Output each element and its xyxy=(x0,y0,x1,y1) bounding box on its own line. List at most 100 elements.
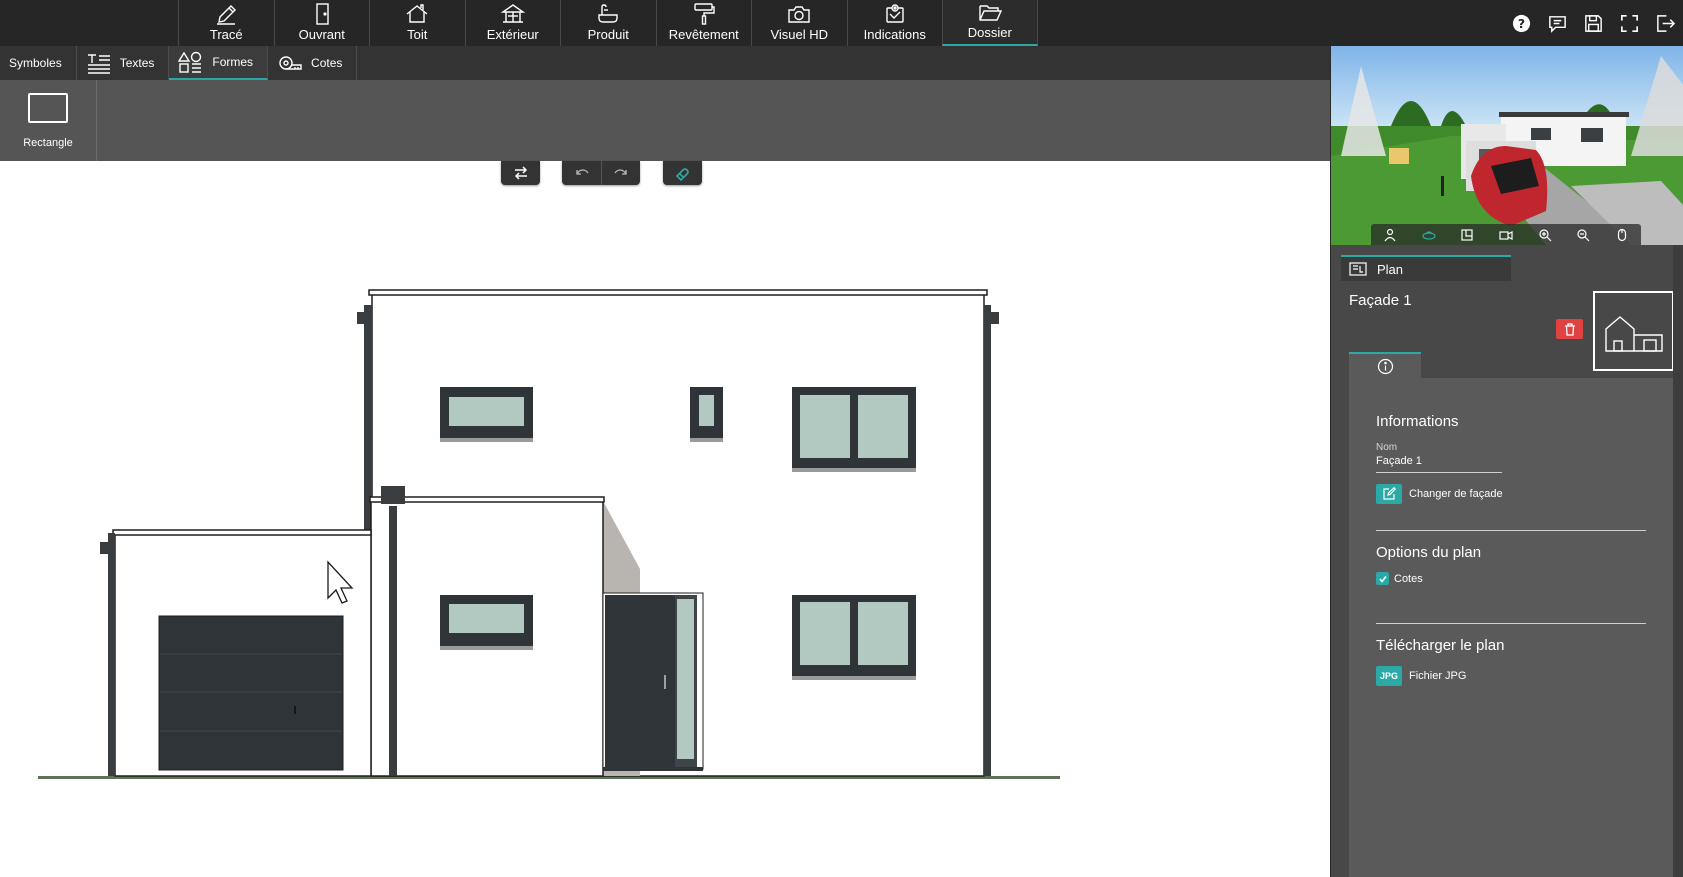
delete-facade-button[interactable] xyxy=(1556,319,1583,339)
edit-icon xyxy=(1383,487,1396,500)
comment-button[interactable] xyxy=(1539,0,1575,46)
info-panel-body: Informations Nom Façade 1 Changer de faç… xyxy=(1349,378,1674,877)
tab-plan-label: Plan xyxy=(1377,261,1404,277)
nav-visuel-hd-label: Visuel HD xyxy=(770,27,829,42)
nav-trace[interactable]: Tracé xyxy=(178,0,274,46)
logout-icon xyxy=(1656,14,1675,32)
help-icon: ? xyxy=(1512,14,1530,32)
shapes-ribbon: Rectangle xyxy=(0,80,1330,161)
trash-icon xyxy=(1564,322,1575,336)
view-person-button[interactable] xyxy=(1379,226,1401,244)
tab-textes-label: Textes xyxy=(119,56,155,70)
secondary-toolbar: Symboles Textes Formes Cotes xyxy=(0,46,1330,80)
top-toolbar: Tracé Ouvrant Toit Extérieur Produit Rev… xyxy=(0,0,1683,46)
house-window-2 xyxy=(1581,128,1603,142)
garage-roof-cap xyxy=(112,529,372,536)
undo-button[interactable] xyxy=(562,161,601,185)
pillar-right-cap xyxy=(984,312,999,324)
fullscreen-icon xyxy=(1620,14,1638,32)
camera-icon xyxy=(788,6,810,23)
zoom-in-button[interactable] xyxy=(1534,226,1556,244)
plan-icon xyxy=(1349,262,1367,276)
front-door-handle xyxy=(664,675,666,689)
downpipe-head xyxy=(381,486,405,504)
pillar-left-cap xyxy=(357,312,371,324)
redo-button[interactable] xyxy=(601,161,640,185)
tab-symboles[interactable]: Symboles xyxy=(0,46,77,80)
view-camera-button[interactable] xyxy=(1495,226,1517,244)
save-button[interactable] xyxy=(1575,0,1611,46)
paint-roller-icon xyxy=(694,3,715,25)
gazebo-icon xyxy=(500,4,525,23)
zoom-out-button[interactable] xyxy=(1572,226,1594,244)
zoom-out-icon xyxy=(1577,228,1590,241)
garage-pillar-cap xyxy=(100,542,113,554)
entrance-roof-cap xyxy=(369,496,605,503)
cotes-checkbox-row[interactable]: Cotes xyxy=(1376,572,1423,585)
tab-textes[interactable]: Textes xyxy=(77,46,170,80)
logout-button[interactable] xyxy=(1647,0,1683,46)
tab-cotes[interactable]: Cotes xyxy=(268,46,358,80)
roof-edge xyxy=(1499,112,1629,117)
nav-produit[interactable]: Produit xyxy=(560,0,656,46)
nav-toit[interactable]: Toit xyxy=(369,0,465,46)
shapes-icon xyxy=(178,51,202,73)
download-jpg-button[interactable]: JPG Fichier JPG xyxy=(1376,666,1466,686)
garage-pillar xyxy=(108,533,115,776)
name-field[interactable]: Façade 1 xyxy=(1376,455,1502,473)
tab-formes-label: Formes xyxy=(212,55,254,69)
rectangle-tool-button[interactable]: Rectangle xyxy=(0,80,97,161)
swap-button[interactable] xyxy=(501,161,540,185)
edit-button-badge xyxy=(1376,484,1402,504)
info-icon xyxy=(1377,358,1393,374)
divider-2 xyxy=(1376,623,1646,624)
nav-exterieur[interactable]: Extérieur xyxy=(464,0,561,46)
drawing-canvas[interactable] xyxy=(0,161,1330,877)
facade-thumbnail[interactable] xyxy=(1593,291,1674,371)
mouse-mode-button[interactable] xyxy=(1611,226,1633,244)
tab-info[interactable] xyxy=(1349,352,1421,378)
text-lines-icon xyxy=(87,54,110,74)
nav-dossier-label: Dossier xyxy=(967,25,1012,40)
help-button[interactable]: ? xyxy=(1503,0,1539,46)
house-outline-icon xyxy=(1604,316,1663,352)
3d-preview-toolbar xyxy=(1371,224,1641,245)
window-upper-small xyxy=(690,387,723,442)
nav-ouvrant[interactable]: Ouvrant xyxy=(273,0,370,46)
cotes-checkbox[interactable] xyxy=(1376,572,1389,585)
right-panel: Plan Façade 1 Informations Nom Façade 1 … xyxy=(1330,46,1683,877)
nav-revetement[interactable]: Revêtement xyxy=(655,0,752,46)
person-icon xyxy=(1384,228,1396,241)
tab-formes[interactable]: Formes xyxy=(169,46,269,80)
view-plan-button[interactable] xyxy=(1456,226,1478,244)
fullscreen-button[interactable] xyxy=(1611,0,1647,46)
rectangle-icon xyxy=(28,92,68,123)
nav-visuel-hd[interactable]: Visuel HD xyxy=(751,0,847,46)
app-root: Tracé Ouvrant Toit Extérieur Produit Rev… xyxy=(0,0,1683,877)
view-orbit-button[interactable] xyxy=(1418,226,1440,244)
floorplan-icon xyxy=(1461,228,1474,241)
window-upper-left xyxy=(440,387,533,442)
change-facade-button[interactable]: Changer de façade xyxy=(1376,484,1503,504)
garage-door xyxy=(158,615,344,771)
cotes-checkbox-label: Cotes xyxy=(1394,572,1423,585)
swap-tool-group xyxy=(501,161,540,185)
upper-roof-cap xyxy=(368,289,988,296)
comment-icon xyxy=(1548,15,1566,33)
panel-scroll-edge xyxy=(1673,245,1683,877)
nav-ouvrant-label: Ouvrant xyxy=(298,27,345,42)
download-jpg-label: Fichier JPG xyxy=(1409,670,1467,682)
house-window-1 xyxy=(1531,128,1551,140)
pillar-right xyxy=(984,305,991,776)
mouse-icon xyxy=(1617,228,1626,241)
nav-indications[interactable]: Indications xyxy=(846,0,943,46)
download-heading: Télécharger le plan xyxy=(1376,637,1505,654)
tab-plan[interactable]: Plan xyxy=(1341,255,1511,281)
redo-icon xyxy=(614,169,627,175)
door-icon xyxy=(316,3,329,25)
playhouse xyxy=(1389,148,1409,164)
3d-preview[interactable] xyxy=(1331,46,1683,245)
magnet-button[interactable] xyxy=(663,161,702,185)
nav-dossier[interactable]: Dossier xyxy=(942,0,1038,46)
tab-symboles-label: Symboles xyxy=(9,56,62,70)
